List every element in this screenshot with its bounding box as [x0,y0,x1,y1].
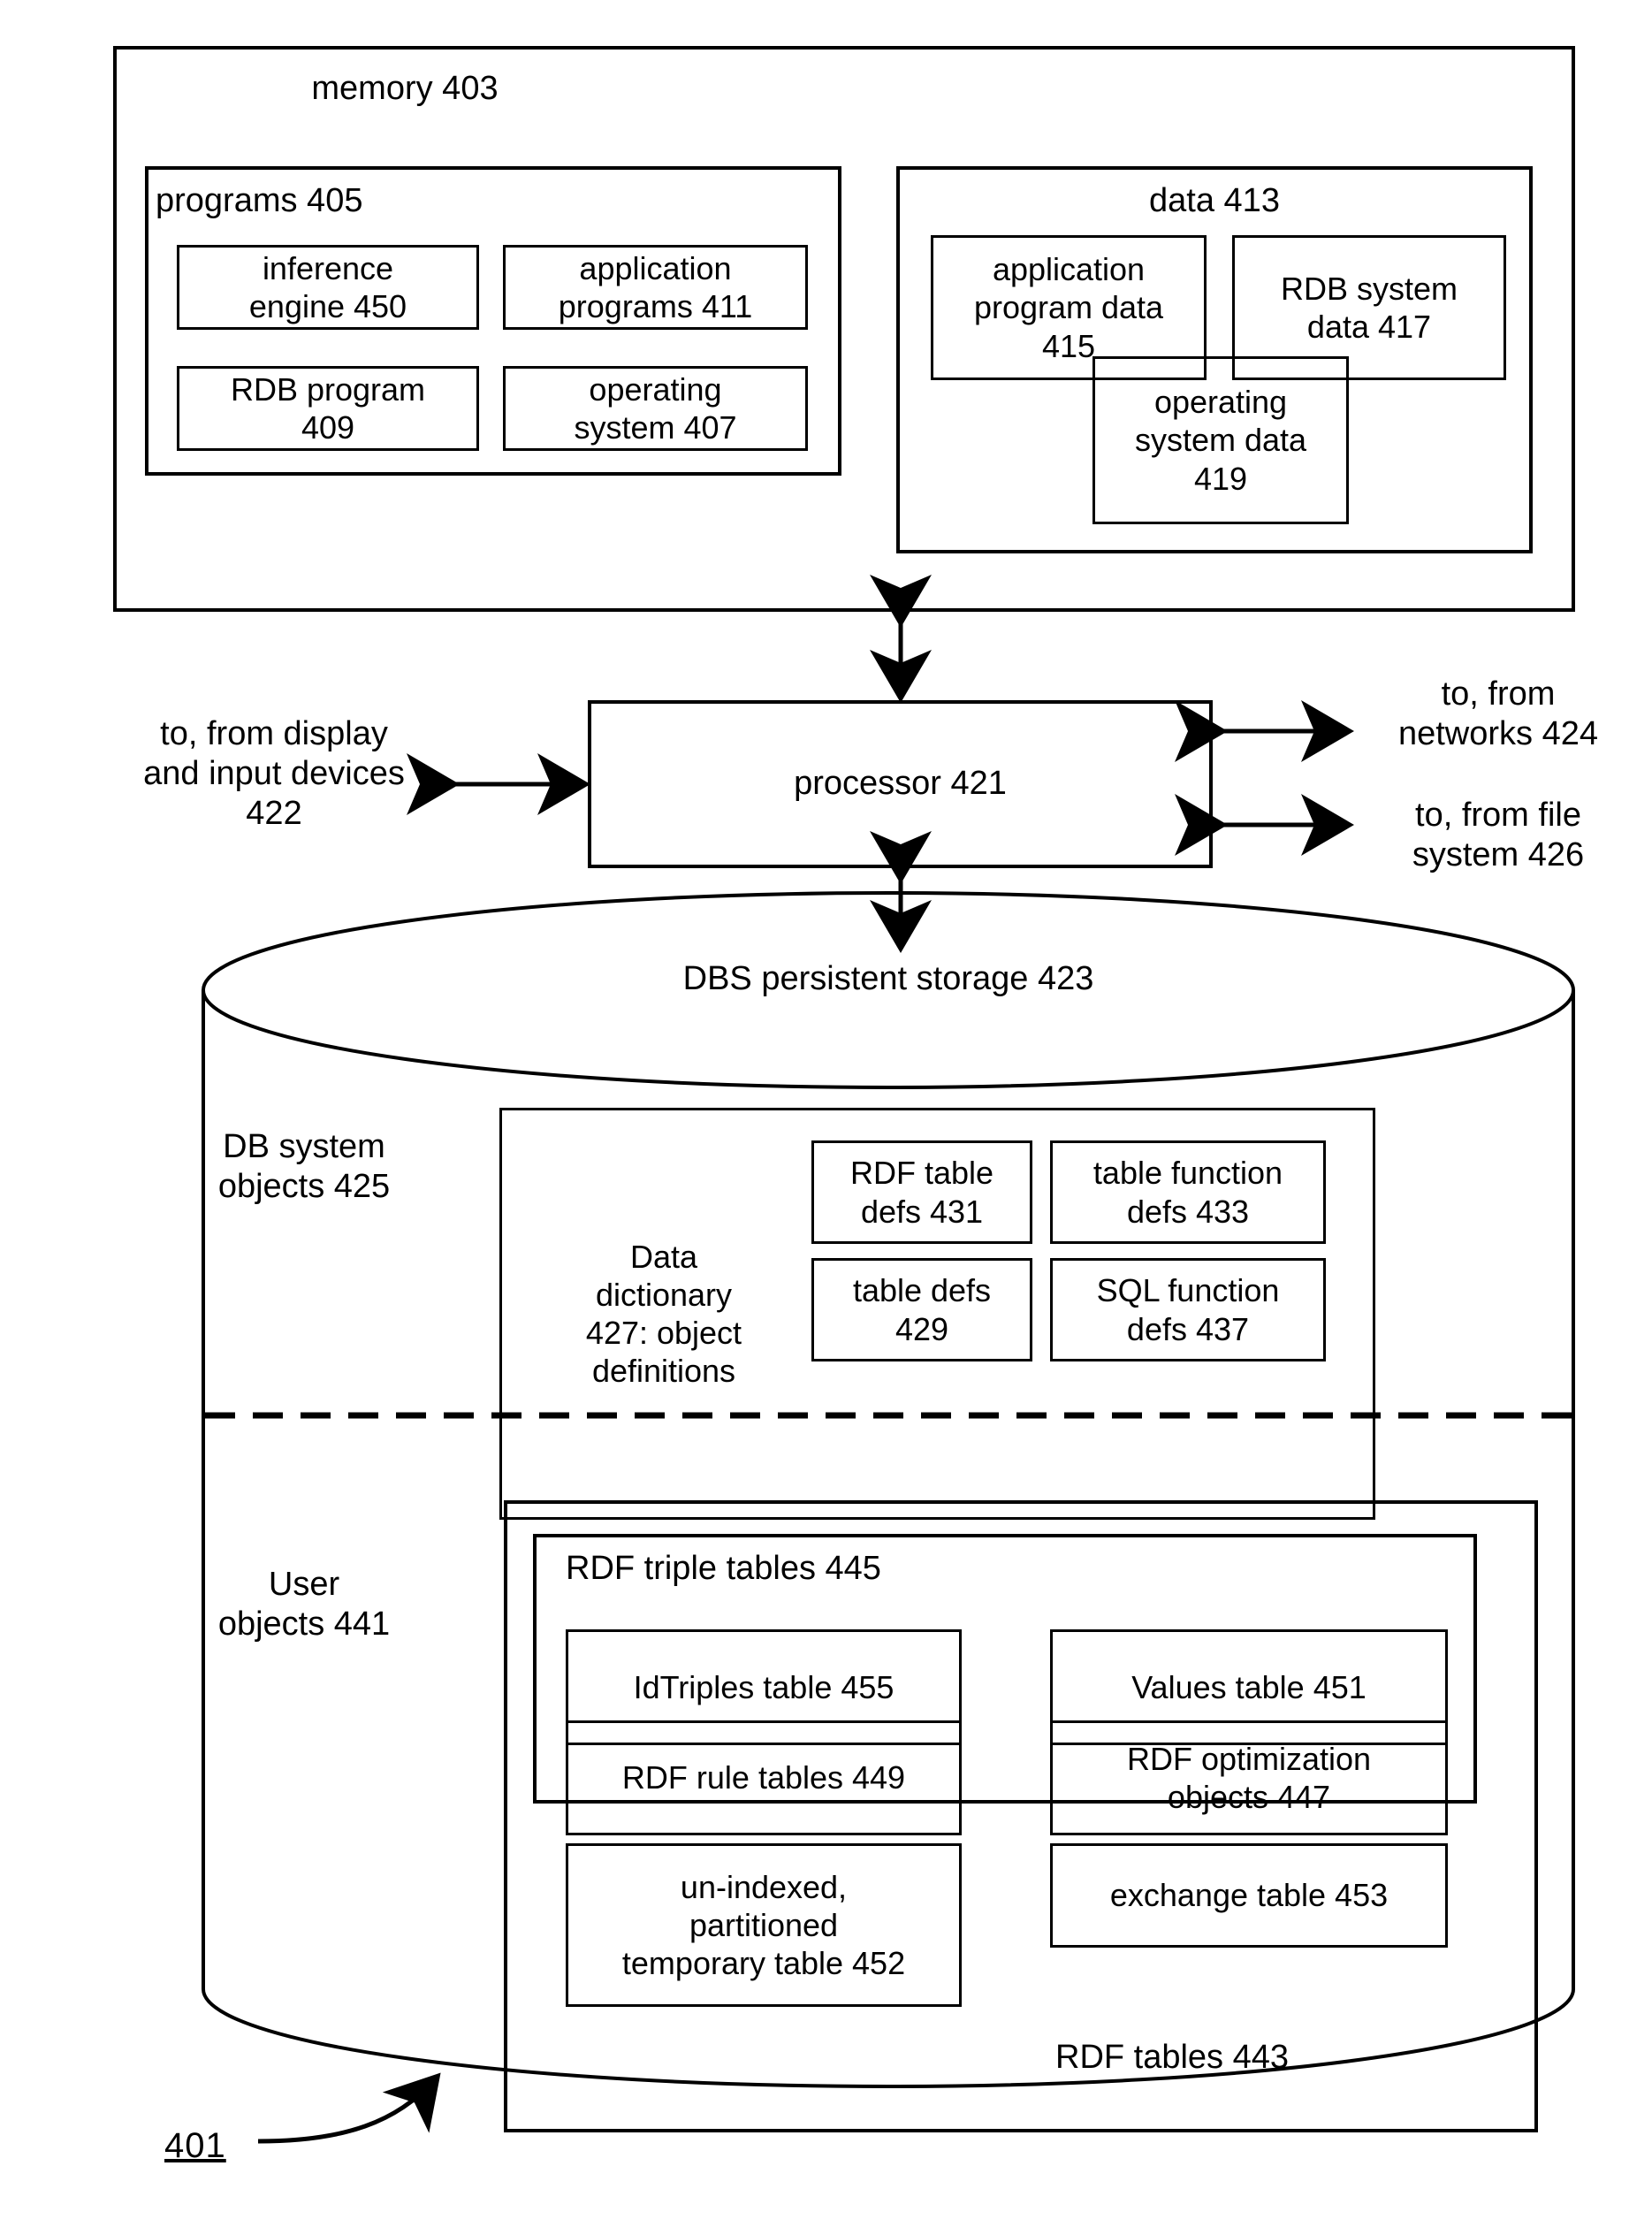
rdf-optimization-objects-label: RDF optimization objects 447 [1126,1740,1372,1815]
operating-system-label: operating system 407 [574,370,737,446]
display-input-devices-label: to, from display and input devices 422 [143,715,405,832]
figure-callout-arrow [257,2072,441,2144]
file-system-label: to, from file system 426 [1412,797,1585,873]
rdb-program-label: RDB program 409 [230,370,426,446]
figure-number: 401 [164,2126,226,2165]
table-defs-label: table defs 429 [852,1272,992,1347]
data-title: data 413 [1149,182,1280,219]
rdf-tables-label: RDF tables 443 [1055,2039,1290,2076]
dbs-persistent-storage-title: DBS persistent storage 423 [682,960,1094,997]
networks-label: to, from networks 424 [1397,675,1598,752]
processor-label: processor 421 [794,765,1007,803]
user-objects-label: User objects 441 [217,1566,391,1643]
memory-title: memory 403 [311,70,499,107]
figure-canvas: memory 403 programs 405 inference engine… [0,0,1652,2227]
operating-system-data-label: operating system data 419 [1134,384,1307,497]
programs-title: programs 405 [156,182,363,219]
db-system-objects-label: DB system objects 425 [217,1128,391,1205]
rdf-table-defs-label: RDF table defs 431 [849,1155,994,1230]
temporary-table-label: un-indexed, partitioned temporary table … [621,1868,906,1982]
exchange-table-label: exchange table 453 [1109,1877,1389,1914]
application-programs-label: application programs 411 [558,249,753,324]
data-dictionary-label: Data dictionary 427: object definitions [585,1238,742,1390]
rdf-triple-tables-label: RDF triple tables 445 [566,1550,881,1587]
inference-engine-label: inference engine 450 [248,249,407,324]
sql-function-defs-label: SQL function defs 437 [1096,1272,1280,1347]
table-function-defs-label: table function defs 433 [1092,1155,1283,1230]
rdf-rule-tables-label: RDF rule tables 449 [621,1759,906,1796]
